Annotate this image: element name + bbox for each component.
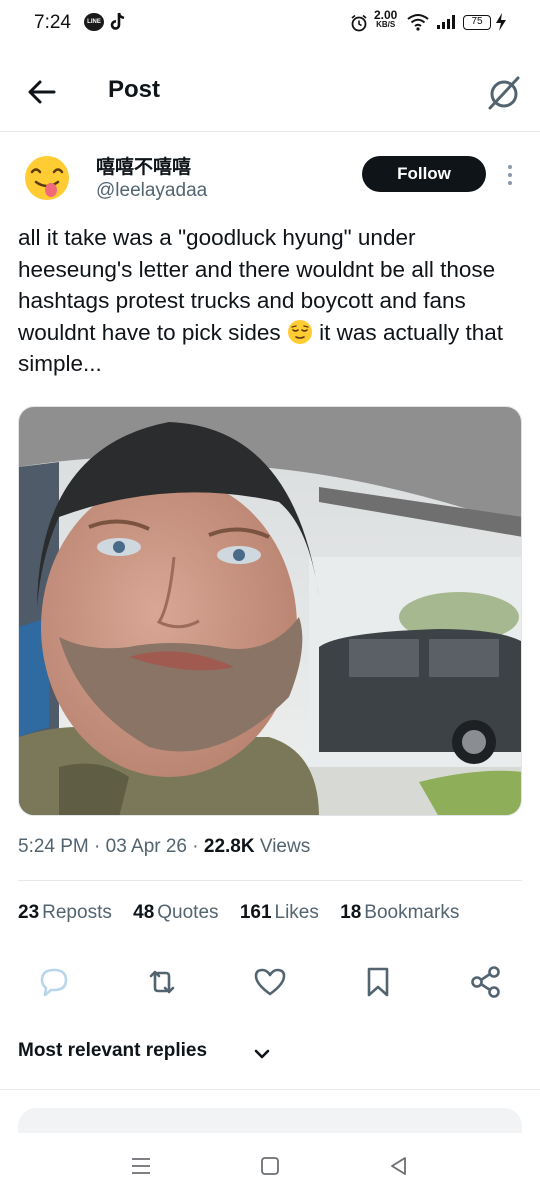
share-button[interactable] <box>466 962 506 1002</box>
quotes-stat[interactable]: 48 Quotes <box>133 902 218 924</box>
more-vertical-icon <box>508 165 512 185</box>
reposts-stat[interactable]: 23 Reposts <box>18 902 112 924</box>
tweet-meta: 5:24 PM · 03 Apr 26 · 22.8K Views <box>18 836 310 858</box>
like-button[interactable] <box>250 962 290 1002</box>
alarm-icon <box>350 14 368 37</box>
reply-button[interactable] <box>34 962 74 1002</box>
meta-separator: · <box>88 836 106 857</box>
battery-icon: 75 <box>463 15 491 30</box>
back-button[interactable] <box>24 74 60 110</box>
tweet-date: 03 Apr 26 <box>105 836 187 857</box>
reposts-count: 23 <box>18 902 40 923</box>
bookmark-icon <box>367 967 389 997</box>
meta-separator: · <box>187 836 204 857</box>
bookmarks-label: Bookmarks <box>364 902 460 923</box>
tiktok-icon <box>110 12 126 37</box>
home-nav-button[interactable] <box>257 1153 283 1179</box>
back-triangle-icon <box>391 1157 406 1175</box>
crying-man-photo <box>19 407 521 815</box>
grok-button[interactable] <box>484 73 524 113</box>
relieved-face-emoji-icon <box>287 319 312 344</box>
like-icon <box>254 968 286 996</box>
likes-stat[interactable]: 161 Likes <box>240 902 319 924</box>
likes-label: Likes <box>274 902 319 923</box>
tweet-time: 5:24 PM <box>18 836 89 857</box>
engagement-stats: 23 Reposts 48 Quotes 161 Likes 18 Bookmarks <box>18 902 475 924</box>
quotes-count: 48 <box>133 902 155 923</box>
follow-button[interactable]: Follow <box>362 156 486 192</box>
header-divider <box>0 131 540 132</box>
replies-sort-dropdown[interactable]: Most relevant replies <box>18 1040 207 1062</box>
reposts-label: Reposts <box>42 902 112 923</box>
charging-icon <box>495 13 507 36</box>
arrow-left-icon <box>28 80 56 104</box>
post-header: Post <box>0 62 540 122</box>
more-options-button[interactable] <box>502 160 518 190</box>
meta-divider <box>18 880 522 881</box>
bookmarks-stat[interactable]: 18 Bookmarks <box>340 902 459 924</box>
network-speed: 2.00 KB/S <box>374 9 397 30</box>
views-count[interactable]: 22.8K <box>204 836 255 857</box>
home-square-icon <box>261 1157 279 1175</box>
line-app-icon: LINE <box>84 13 104 31</box>
network-speed-unit: KB/S <box>376 20 396 29</box>
back-nav-button[interactable] <box>386 1153 412 1179</box>
repost-icon <box>149 970 175 994</box>
face-savoring-food-emoji-icon <box>25 156 69 200</box>
views-label: Views <box>254 836 311 857</box>
replies-divider <box>0 1089 540 1090</box>
author-display-name[interactable]: 嘻嘻不嘻嘻 <box>96 152 191 179</box>
chevron-down-icon[interactable] <box>252 1044 272 1069</box>
share-icon <box>471 966 500 998</box>
tweet-text: all it take was a "goodluck hyung" under… <box>18 222 523 380</box>
bookmark-button[interactable] <box>358 962 398 1002</box>
menu-icon <box>132 1158 150 1174</box>
page-title: Post <box>108 76 161 103</box>
status-bar: 7:24 LINE 2.00 KB/S 75 <box>0 0 540 48</box>
wifi-icon <box>407 13 429 36</box>
bookmarks-count: 18 <box>340 902 362 923</box>
tweet-media-image[interactable] <box>18 406 522 816</box>
system-nav-bar <box>0 1133 540 1200</box>
status-time: 7:24 <box>34 12 71 33</box>
likes-count: 161 <box>239 902 272 923</box>
repost-button[interactable] <box>142 962 182 1002</box>
menu-nav-button[interactable] <box>128 1153 154 1179</box>
signal-icon <box>436 14 458 35</box>
author-handle[interactable]: @leelayadaa <box>96 180 207 202</box>
quotes-label: Quotes <box>157 902 219 923</box>
reply-icon <box>40 968 68 997</box>
avatar[interactable] <box>22 154 72 204</box>
grok-icon <box>488 76 520 110</box>
